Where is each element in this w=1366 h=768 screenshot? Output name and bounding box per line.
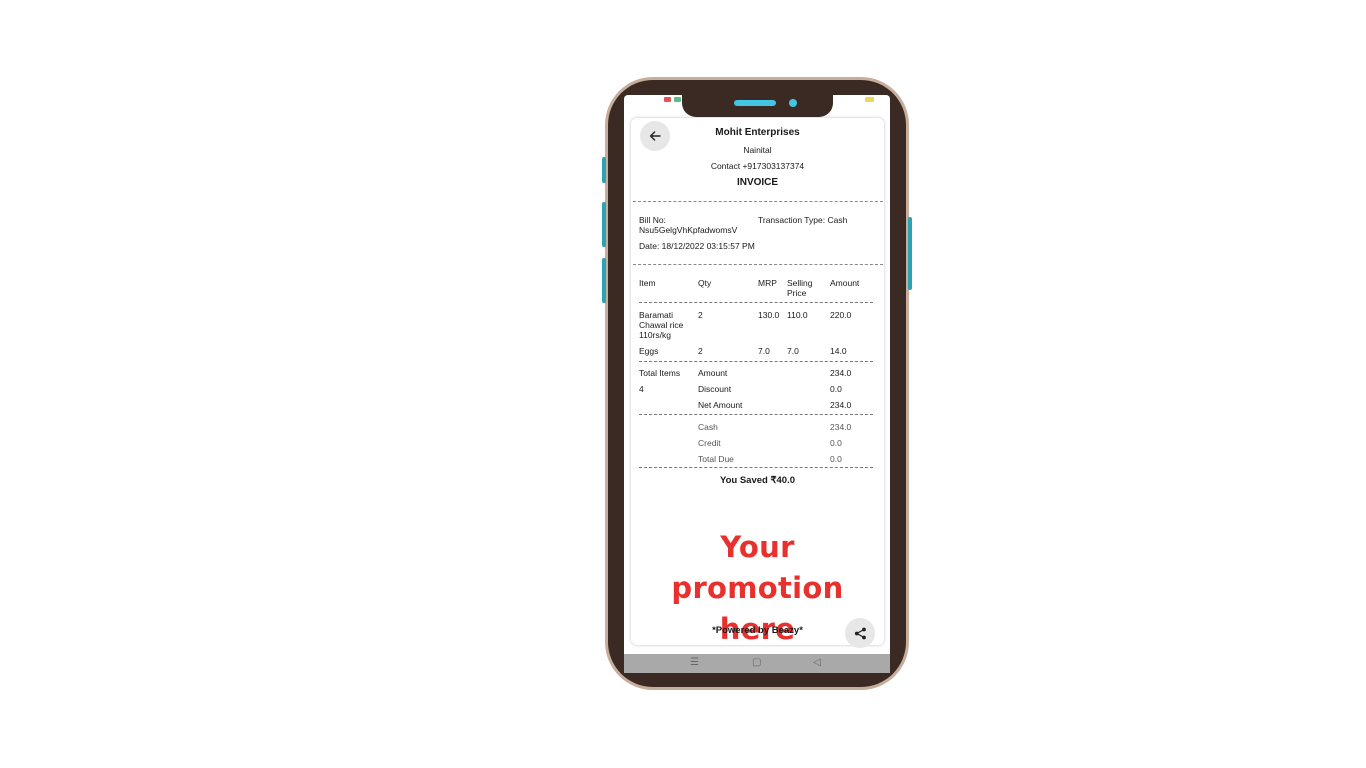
side-button-left-1: [602, 157, 606, 183]
transaction-type: Transaction Type: Cash: [758, 215, 848, 225]
savings-text: You Saved ₹40.0: [719, 475, 796, 486]
divider: [639, 467, 873, 468]
row-amount: 220.0: [830, 310, 852, 320]
column-header-item: Item: [639, 278, 656, 288]
amount-value: 234.0: [830, 368, 852, 378]
discount-value: 0.0: [830, 384, 842, 394]
column-header-qty: Qty: [698, 278, 712, 288]
business-contact: Contact +917303137374: [710, 161, 805, 171]
row-item-name: 110rs/kg: [639, 330, 671, 340]
credit-value: 0.0: [830, 438, 842, 448]
phone-notch: [682, 95, 833, 117]
row-mrp: 130.0: [758, 310, 780, 320]
side-button-right: [908, 217, 912, 290]
promotion-line-1: Your promotion: [671, 530, 844, 605]
status-indicator-green: [674, 97, 681, 102]
row-item-name: Eggs: [639, 346, 659, 356]
bill-no-label: Bill No:: [639, 215, 666, 225]
row-mrp: 7.0: [758, 346, 770, 356]
recent-apps-icon[interactable]: ☰: [690, 656, 699, 670]
row-item-name: Chawal rice: [639, 320, 684, 330]
column-header-mrp: MRP: [758, 278, 777, 288]
net-amount-label: Net Amount: [698, 400, 743, 410]
share-button[interactable]: [845, 618, 875, 648]
row-qty: 2: [698, 310, 703, 320]
row-item-name: Baramati: [639, 310, 674, 320]
discount-label: Discount: [698, 384, 732, 394]
cash-value: 234.0: [830, 422, 852, 432]
cash-label: Cash: [698, 422, 718, 432]
front-camera: [789, 99, 797, 107]
column-header-selling-price: Selling Price: [787, 278, 813, 298]
divider: [639, 414, 873, 415]
home-icon[interactable]: ▢: [752, 656, 761, 670]
share-icon: [854, 627, 866, 639]
back-nav-icon[interactable]: ◁: [813, 656, 821, 670]
divider: [633, 264, 883, 265]
total-items-label: Total Items: [639, 368, 681, 378]
row-selling-price: 7.0: [787, 346, 799, 356]
total-due-value: 0.0: [830, 454, 842, 464]
amount-label: Amount: [698, 368, 728, 378]
business-name: Mohit Enterprises: [715, 127, 800, 138]
bill-no-value: Nsu5GelgVhKpfadwomsV: [639, 225, 738, 235]
divider: [639, 302, 873, 303]
status-indicator-red: [664, 97, 671, 102]
divider: [639, 361, 873, 362]
column-header-amount: Amount: [830, 278, 860, 288]
net-amount-value: 234.0: [830, 400, 852, 410]
credit-label: Credit: [698, 438, 721, 448]
total-items-value: 4: [639, 384, 644, 394]
row-amount: 14.0: [830, 346, 847, 356]
side-button-left-2: [602, 202, 606, 247]
divider: [633, 201, 883, 202]
speaker-grille: [734, 100, 776, 106]
side-button-left-3: [602, 258, 606, 303]
row-qty: 2: [698, 346, 703, 356]
business-location: Nainital: [743, 145, 772, 155]
row-selling-price: 110.0: [787, 310, 808, 320]
total-due-label: Total Due: [698, 454, 734, 464]
status-indicator-yellow: [865, 97, 874, 102]
bill-date: Date: 18/12/2022 03:15:57 PM: [639, 241, 755, 251]
invoice-title: INVOICE: [736, 177, 779, 188]
